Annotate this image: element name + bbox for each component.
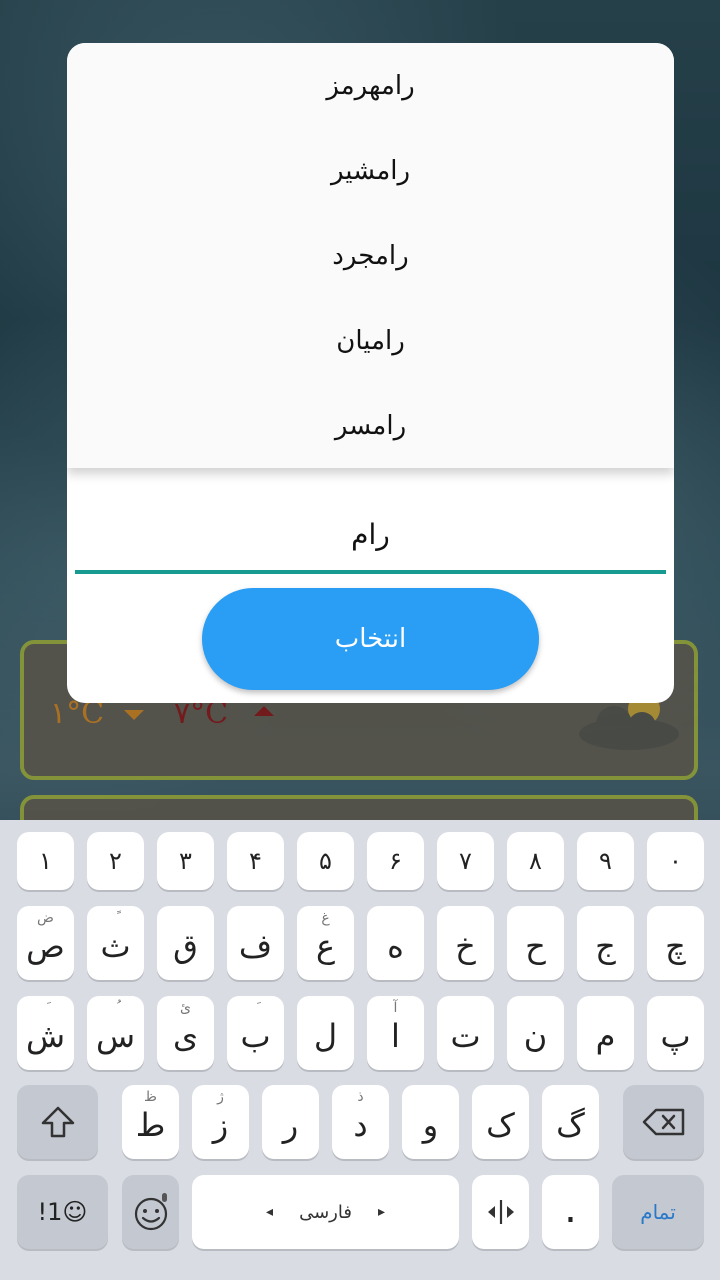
backspace-key[interactable]	[623, 1085, 704, 1159]
key-letter[interactable]: ژز	[192, 1085, 249, 1159]
key-letter[interactable]: گ	[542, 1085, 599, 1159]
key-letter[interactable]: پ	[647, 996, 704, 1070]
key-letter[interactable]: م	[577, 996, 634, 1070]
chevron-right-icon: ▸	[377, 1204, 385, 1220]
key-letter[interactable]: ح	[507, 906, 564, 980]
key-letter[interactable]: ئی	[157, 996, 214, 1070]
cursor-key[interactable]	[472, 1175, 529, 1249]
symbols-label: !1☺	[37, 1198, 88, 1226]
symbols-key[interactable]: !1☺	[17, 1175, 108, 1249]
key-letter[interactable]: ن	[507, 996, 564, 1070]
key-letter[interactable]: ر	[262, 1085, 319, 1159]
emoji-key[interactable]	[122, 1175, 179, 1249]
key-letter[interactable]: و	[402, 1085, 459, 1159]
key-letter[interactable]: َش	[17, 996, 74, 1070]
done-key[interactable]: تمام	[612, 1175, 704, 1249]
cursor-move-icon	[487, 1200, 514, 1224]
select-button[interactable]: انتخاب	[202, 588, 539, 690]
key-1[interactable]: ۱	[17, 832, 74, 890]
suggestion-item[interactable]: رامشیر	[67, 128, 674, 213]
key-letter[interactable]: ضص	[17, 906, 74, 980]
suggestion-item[interactable]: رامهرمز	[67, 43, 674, 128]
key-letter[interactable]: ُس	[87, 996, 144, 1070]
city-select-dialog: رامهرمز رامشیر رامجرد رامیان رامسر رام ا…	[67, 43, 674, 703]
arrow-down-icon	[124, 710, 144, 720]
key-letter[interactable]: ل	[297, 996, 354, 1070]
emoji-icon	[134, 1193, 167, 1231]
soft-keyboard: ۱ ۲ ۳ ۴ ۵ ۶ ۷ ۸ ۹ ۰ ضص ًث ق ف غع ه خ ح ج…	[0, 820, 720, 1280]
arrow-up-icon	[254, 706, 274, 716]
space-label: فارسی	[299, 1201, 352, 1223]
key-6[interactable]: ۶	[367, 832, 424, 890]
key-letter[interactable]: ک	[472, 1085, 529, 1159]
key-letter[interactable]: ف	[227, 906, 284, 980]
suggestion-list: رامهرمز رامشیر رامجرد رامیان رامسر	[67, 43, 674, 468]
key-0[interactable]: ۰	[647, 832, 704, 890]
space-key[interactable]: ◂ فارسی ▸	[192, 1175, 459, 1249]
key-letter[interactable]: ق	[157, 906, 214, 980]
done-label: تمام	[640, 1200, 676, 1224]
key-letter[interactable]: ظط	[122, 1085, 179, 1159]
key-7[interactable]: ۷	[437, 832, 494, 890]
key-5[interactable]: ۵	[297, 832, 354, 890]
suggestion-item[interactable]: رامیان	[67, 298, 674, 383]
key-letter[interactable]: آا	[367, 996, 424, 1070]
period-key[interactable]: .	[542, 1175, 599, 1249]
key-3[interactable]: ۳	[157, 832, 214, 890]
key-4[interactable]: ۴	[227, 832, 284, 890]
suggestion-item[interactable]: رامجرد	[67, 213, 674, 298]
key-letter[interactable]: چ	[647, 906, 704, 980]
key-letter[interactable]: ت	[437, 996, 494, 1070]
key-letter[interactable]: ذد	[332, 1085, 389, 1159]
key-letter[interactable]: ه	[367, 906, 424, 980]
key-letter[interactable]: خ	[437, 906, 494, 980]
city-input-value: رام	[351, 517, 390, 551]
key-letter[interactable]: غع	[297, 906, 354, 980]
key-9[interactable]: ۹	[577, 832, 634, 890]
city-input[interactable]: رام	[75, 498, 666, 574]
shift-icon	[41, 1106, 74, 1138]
key-2[interactable]: ۲	[87, 832, 144, 890]
chevron-left-icon: ◂	[266, 1204, 274, 1220]
suggestion-item[interactable]: رامسر	[67, 383, 674, 468]
backspace-icon	[642, 1108, 684, 1136]
shift-key[interactable]	[17, 1085, 98, 1159]
key-letter[interactable]: ج	[577, 906, 634, 980]
key-8[interactable]: ۸	[507, 832, 564, 890]
key-letter[interactable]: ًث	[87, 906, 144, 980]
key-letter[interactable]: َب	[227, 996, 284, 1070]
